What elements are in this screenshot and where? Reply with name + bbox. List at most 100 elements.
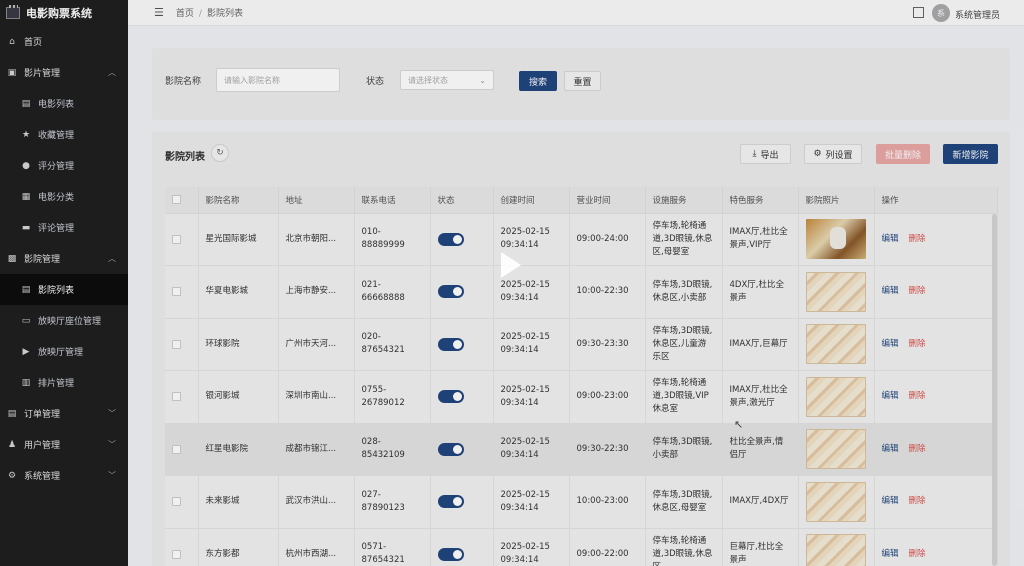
sidebar-item[interactable]: ▤ 影院列表	[0, 274, 128, 305]
edit-link[interactable]: 编辑	[882, 234, 899, 244]
delete-link[interactable]: 删除	[909, 444, 926, 454]
cinema-photo[interactable]	[805, 271, 866, 312]
status-toggle[interactable]	[437, 390, 464, 404]
status-toggle[interactable]	[437, 442, 464, 456]
edit-link[interactable]: 编辑	[882, 496, 899, 506]
table-row[interactable]: 星光国际影城 北京市朝阳... 010-88889999 2025-02-15 09:3…	[165, 213, 998, 266]
cinema-photo[interactable]	[805, 376, 866, 417]
sidebar-item[interactable]: ⚙ 系统管理 ﹀	[0, 460, 128, 491]
status-toggle[interactable]	[437, 495, 464, 509]
row-checkbox[interactable]	[172, 287, 181, 297]
business-hours: 09:30-22:30	[569, 423, 646, 476]
status-toggle[interactable]	[437, 337, 464, 351]
sidebar-item[interactable]: ▤ 订单管理 ﹀	[0, 398, 128, 429]
sidebar-item[interactable]: ▤ 电影列表	[0, 88, 128, 119]
sidebar-item[interactable]: ★ 收藏管理	[0, 119, 128, 150]
edit-link[interactable]: 编辑	[882, 549, 899, 559]
username[interactable]: 系统管理员	[955, 8, 1000, 21]
fullscreen-icon[interactable]	[913, 7, 924, 18]
row-checkbox[interactable]	[172, 444, 181, 454]
row-select-cell[interactable]	[165, 265, 199, 319]
row-select-cell[interactable]	[165, 423, 199, 476]
sidebar-item[interactable]: ● 评分管理	[0, 150, 128, 181]
breadcrumb-home[interactable]: 首页	[176, 9, 194, 19]
row-checkbox[interactable]	[172, 339, 181, 349]
select-all-checkbox[interactable]	[172, 195, 181, 205]
sidebar-item[interactable]: ▶ 放映厅管理	[0, 336, 128, 367]
sidebar-item[interactable]: ▭ 放映厅座位管理	[0, 305, 128, 336]
delete-link[interactable]: 删除	[909, 496, 926, 506]
delete-link[interactable]: 删除	[909, 339, 926, 349]
user-icon: ♟	[7, 439, 17, 450]
batch-delete-button[interactable]: 批量删除	[876, 144, 930, 164]
features: 4DX厅,杜比全景声	[722, 265, 799, 319]
delete-link[interactable]: 删除	[909, 391, 926, 401]
cinema-photo[interactable]	[805, 324, 866, 365]
edit-link[interactable]: 编辑	[882, 286, 899, 296]
search-button[interactable]: 搜索	[519, 71, 557, 91]
cinema-photo[interactable]	[805, 219, 866, 260]
edit-link[interactable]: 编辑	[882, 391, 899, 401]
clapperboard-icon	[6, 5, 20, 19]
select-all-cell[interactable]	[165, 187, 199, 214]
row-checkbox[interactable]	[172, 392, 181, 402]
row-checkbox[interactable]	[172, 549, 181, 559]
rating-icon: ●	[22, 160, 30, 171]
edit-link[interactable]: 编辑	[882, 339, 899, 349]
table-row[interactable]: 未来影城 武汉市洪山... 027-87890123 2025-02-15 09:34:…	[165, 475, 998, 529]
created-clock: 09:34:14	[500, 397, 539, 408]
export-button[interactable]: ⤓ 导出	[740, 144, 791, 164]
column-settings-button[interactable]: ⚙ 列设置	[804, 144, 862, 164]
table-row[interactable]: 银河影城 深圳市南山... 0755-26789012 2025-02-15 09:34…	[165, 370, 998, 424]
cinema-photo[interactable]	[805, 429, 866, 470]
row-checkbox[interactable]	[172, 497, 181, 507]
created-date: 2025-02-15	[500, 279, 550, 290]
row-select-cell[interactable]	[165, 318, 199, 371]
created-date: 2025-02-15	[500, 489, 550, 500]
cinema-photo[interactable]	[805, 481, 866, 522]
row-select-cell[interactable]	[165, 528, 199, 566]
table-row[interactable]: 东方影都 杭州市西湖... 0571-87654321 2025-02-15 09:34…	[165, 528, 998, 566]
sidebar-item[interactable]: ▣ 影片管理 ︿	[0, 57, 128, 88]
sidebar-item[interactable]: ▩ 影院管理 ︿	[0, 243, 128, 274]
sidebar: 电影购票系统 ⌂ 首页 ▣ 影片管理 ︿ ▤ 电影列表 ★ 收藏管理 ● 评分管理 ▦ 电影分类 ▬ 评论管…	[0, 0, 128, 566]
add-cinema-button[interactable]: 新增影院	[943, 144, 998, 164]
delete-link[interactable]: 删除	[909, 234, 926, 244]
edit-link[interactable]: 编辑	[882, 444, 899, 454]
status-select[interactable]: 请选择状态 ⌄	[400, 70, 494, 90]
created-date: 2025-02-15	[500, 437, 550, 448]
app-brand[interactable]: 电影购票系统	[0, 0, 128, 26]
table-scrollbar[interactable]	[992, 214, 997, 566]
menu-toggle-icon[interactable]: ☰	[154, 6, 164, 19]
created-time: 2025-02-15 09:34:14	[493, 528, 570, 566]
col-header: 联系电话	[354, 187, 431, 214]
sidebar-item[interactable]: ♟ 用户管理 ﹀	[0, 429, 128, 460]
refresh-icon[interactable]: ↻	[211, 144, 229, 162]
sidebar-item[interactable]: ▦ 电影分类	[0, 181, 128, 212]
row-select-cell[interactable]	[165, 475, 199, 529]
sidebar-item-label: 放映厅管理	[38, 348, 84, 358]
table-row[interactable]: 环球影院 广州市天河... 020-87654321 2025-02-15 09:34:…	[165, 318, 998, 371]
avatar[interactable]: 系	[932, 4, 950, 22]
sidebar-item[interactable]: ▥ 排片管理	[0, 367, 128, 398]
row-select-cell[interactable]	[165, 213, 199, 266]
status-toggle[interactable]	[437, 232, 464, 246]
sidebar-item[interactable]: ⌂ 首页	[0, 26, 128, 57]
created-time: 2025-02-15 09:34:14	[493, 213, 570, 266]
facilities: 停车场,3D眼镜,休息区,儿童游乐区	[645, 318, 723, 371]
cinema-name-input[interactable]: 请输入影院名称	[216, 68, 340, 92]
delete-link[interactable]: 删除	[909, 549, 926, 559]
sidebar-item[interactable]: ▬ 评论管理	[0, 212, 128, 243]
cinema-photo[interactable]	[805, 534, 866, 566]
reset-button[interactable]: 重置	[564, 71, 601, 91]
status-cell	[430, 265, 494, 319]
photo-cell	[798, 528, 875, 566]
row-checkbox[interactable]	[172, 234, 181, 244]
row-select-cell[interactable]	[165, 370, 199, 424]
status-toggle[interactable]	[437, 547, 464, 561]
status-cell	[430, 213, 494, 266]
delete-link[interactable]: 删除	[909, 286, 926, 296]
table-row[interactable]: 华夏电影城 上海市静安... 021-66668888 2025-02-15 09:34…	[165, 265, 998, 319]
status-toggle[interactable]	[437, 285, 464, 299]
table-row[interactable]: 红星电影院 成都市锦江... 028-85432109 2025-02-15 09:34…	[165, 423, 998, 476]
